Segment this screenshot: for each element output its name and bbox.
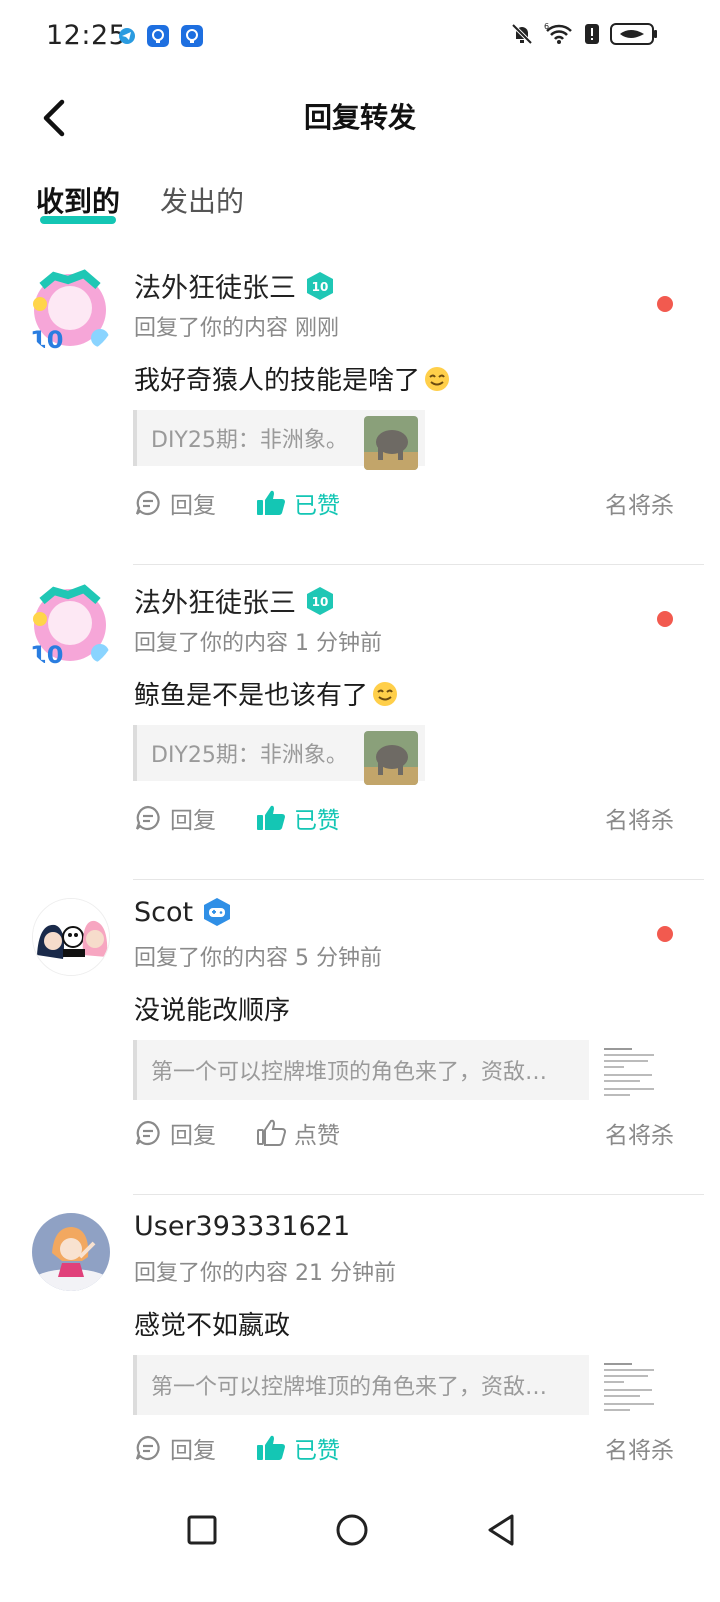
reply-bubble-icon <box>135 1120 160 1146</box>
list-item[interactable]: 10 法外狂徒张三 10 回复了你的内容 1 分钟前 鲸鱼是不是也该有了 DIY… <box>0 565 720 880</box>
comment-text[interactable]: 我好奇猿人的技能是啥了 <box>134 360 450 397</box>
mute-bell-icon <box>511 23 533 45</box>
anime-duo-avatar-icon <box>33 899 109 975</box>
reply-button[interactable]: 回复 <box>134 801 216 835</box>
reply-button[interactable]: 回复 <box>134 486 216 520</box>
tab-bar: 收到的 发出的 <box>36 180 244 228</box>
wifi-icon: 6 <box>544 22 572 44</box>
quoted-post[interactable]: 第一个可以控牌堆顶的角色来了，资敌… <box>133 1040 589 1100</box>
game-tag[interactable]: 名将杀 <box>605 801 674 835</box>
reply-button[interactable]: 回复 <box>134 1431 216 1465</box>
recents-button[interactable] <box>184 1512 220 1548</box>
reply-meta: 回复了你的内容 5 分钟前 <box>134 946 382 971</box>
notification-app-icon <box>147 25 169 47</box>
thumbs-up-filled-icon <box>257 1435 285 1460</box>
comment-text[interactable]: 鲸鱼是不是也该有了 <box>134 675 398 712</box>
triangle-back-icon <box>488 1514 514 1546</box>
unread-dot <box>657 296 673 312</box>
comment-text[interactable]: 感觉不如嬴政 <box>134 1305 290 1342</box>
page-title: 回复转发 <box>303 101 416 134</box>
telegram-icon <box>119 28 135 44</box>
elephant-image-icon <box>364 731 418 785</box>
reply-bubble-icon <box>135 805 160 831</box>
post-thumbnail[interactable] <box>364 731 418 785</box>
tab-received[interactable]: 收到的 <box>36 180 120 228</box>
elephant-image-icon <box>364 416 418 470</box>
avatar[interactable]: 10 <box>24 264 116 356</box>
circle-icon <box>336 1514 368 1546</box>
reply-meta: 回复了你的内容 刚刚 <box>134 316 339 341</box>
reply-meta: 回复了你的内容 1 分钟前 <box>134 631 382 656</box>
avatar[interactable] <box>32 1213 110 1291</box>
username[interactable]: Scot <box>134 897 193 928</box>
game-tag[interactable]: 名将杀 <box>605 1116 674 1150</box>
status-bar: 12:25 6 <box>0 0 720 72</box>
back-nav-button[interactable] <box>484 1512 520 1548</box>
gamepad-badge-icon <box>204 898 231 926</box>
level-badge: 10 <box>304 585 336 617</box>
svg-text:10: 10 <box>30 641 63 669</box>
level-10-badge-icon: 10 <box>307 271 333 300</box>
document-preview-icon <box>600 1044 660 1104</box>
username[interactable]: User393331621 <box>134 1211 350 1242</box>
post-thumbnail[interactable] <box>600 1359 660 1419</box>
taptap-10th-avatar-icon: 10 <box>24 264 116 356</box>
smile-emoji-icon <box>373 681 398 706</box>
like-button[interactable]: 已赞 <box>256 801 340 835</box>
list-item[interactable]: 10 法外狂徒张三 10 回复了你的内容 刚刚 我好奇猿人的技能是啥了 DIY2… <box>0 250 720 565</box>
svg-text:10: 10 <box>30 326 63 354</box>
tab-sent[interactable]: 发出的 <box>160 180 244 228</box>
reply-bubble-icon <box>135 1435 160 1461</box>
username[interactable]: 法外狂徒张三 <box>134 581 296 620</box>
like-button[interactable]: 点赞 <box>256 1116 340 1150</box>
alert-battery-icon <box>585 24 599 44</box>
svg-text:10: 10 <box>312 595 329 609</box>
unread-dot <box>657 611 673 627</box>
header: 回复转发 <box>0 72 720 164</box>
notification-app-icon <box>181 25 203 47</box>
level-badge: 10 <box>304 270 336 302</box>
system-nav-bar <box>0 1500 720 1560</box>
thumbs-up-outline-icon <box>257 1119 286 1146</box>
anime-girl-avatar-icon <box>32 1213 110 1291</box>
level-10-badge-icon: 10 <box>307 586 333 615</box>
reply-bubble-icon <box>135 490 160 516</box>
avatar[interactable]: 10 <box>24 579 116 671</box>
comment-text[interactable]: 没说能改顺序 <box>134 990 290 1027</box>
game-tag[interactable]: 名将杀 <box>605 486 674 520</box>
like-button[interactable]: 已赞 <box>256 1431 340 1465</box>
reply-button[interactable]: 回复 <box>134 1116 216 1150</box>
thumbs-up-filled-icon <box>257 490 285 515</box>
status-time: 12:25 <box>46 20 127 51</box>
quoted-post[interactable]: 第一个可以控牌堆顶的角色来了，资敌… <box>133 1355 589 1415</box>
list-item[interactable]: User393331621 回复了你的内容 21 分钟前 感觉不如嬴政 第一个可… <box>0 1195 720 1510</box>
verified-badge <box>201 896 233 928</box>
like-button[interactable]: 已赞 <box>256 486 340 520</box>
post-thumbnail[interactable] <box>364 416 418 470</box>
document-preview-icon <box>600 1359 660 1419</box>
svg-text:6: 6 <box>544 22 549 31</box>
square-icon <box>187 1515 217 1545</box>
battery-icon <box>610 23 657 45</box>
smile-emoji-icon <box>425 366 450 391</box>
home-button[interactable] <box>334 1512 370 1548</box>
taptap-10th-avatar-icon: 10 <box>24 579 116 671</box>
list-item[interactable]: Scot 回复了你的内容 5 分钟前 没说能改顺序 第一个可以控牌堆顶的角色来了… <box>0 880 720 1195</box>
thumbs-up-filled-icon <box>257 805 285 830</box>
game-tag[interactable]: 名将杀 <box>605 1431 674 1465</box>
post-thumbnail[interactable] <box>600 1044 660 1104</box>
svg-text:10: 10 <box>312 280 329 294</box>
avatar[interactable] <box>32 898 110 976</box>
unread-dot <box>657 926 673 942</box>
reply-meta: 回复了你的内容 21 分钟前 <box>134 1261 396 1286</box>
username[interactable]: 法外狂徒张三 <box>134 266 296 305</box>
